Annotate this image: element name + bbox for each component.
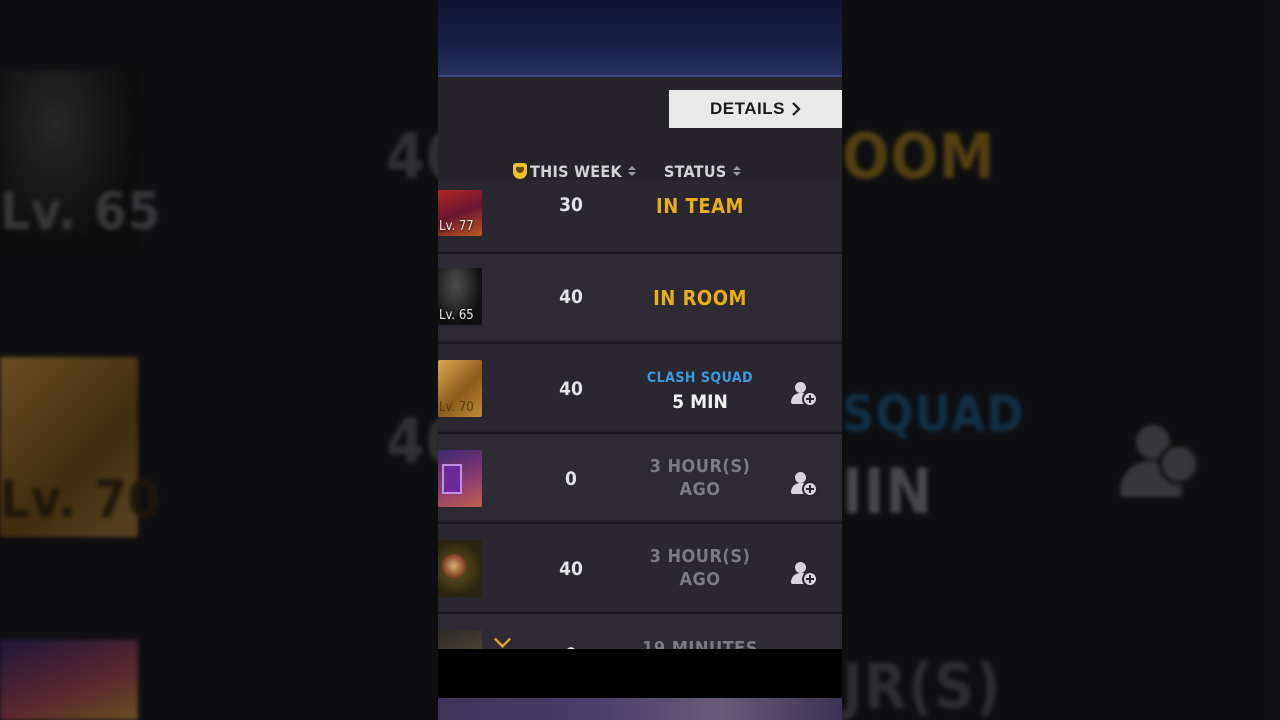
- status-label: STATUS: [664, 161, 727, 181]
- level-label: Lv. 77: [439, 219, 474, 234]
- badge-icon: [442, 464, 462, 494]
- avatar: Lv. 77: [438, 190, 482, 236]
- add-friend-icon[interactable]: [790, 562, 818, 588]
- add-friend-icon[interactable]: [790, 382, 818, 408]
- status-line-1: 3 HOUR(S): [649, 546, 751, 567]
- this-week-value: 40: [559, 378, 583, 400]
- friends-list-screen: DETAILS THIS WEEK STATUS Lv. 77 30 IN TE…: [438, 0, 842, 720]
- this-week-value: 0: [565, 468, 577, 490]
- chevron-right-icon: [792, 102, 801, 116]
- status-text: IN TEAM: [656, 194, 744, 218]
- bottom-black-bar: [438, 649, 842, 698]
- level-label: Lv. 65: [439, 308, 474, 323]
- avatar: Lv. 70: [438, 360, 482, 417]
- background-right-blur: OOM SQUAD IIN JR(S): [842, 0, 1280, 720]
- avatar: [438, 450, 482, 507]
- emblem-icon: [442, 554, 466, 578]
- background-left-blur: Lv. 65 40 Lv. 70 40: [0, 0, 438, 720]
- bottom-background: [438, 698, 842, 720]
- friend-row[interactable]: Lv. 77 30 IN TEAM: [438, 180, 842, 250]
- avatar: [438, 630, 482, 651]
- details-label: DETAILS: [710, 99, 785, 118]
- this-week-value: 40: [559, 286, 583, 308]
- avatar: [438, 540, 482, 597]
- sort-icon: [628, 166, 637, 176]
- level-label: Lv. 70: [439, 400, 474, 415]
- this-week-value: 40: [559, 558, 583, 580]
- status-text: IN ROOM: [653, 286, 747, 310]
- friend-row[interactable]: 0 3 HOUR(S) AGO: [438, 432, 842, 520]
- this-week-label: THIS WEEK: [530, 161, 623, 181]
- status-line-2: AGO: [679, 479, 721, 500]
- friend-row[interactable]: 0 19 MINUTES: [438, 612, 842, 651]
- column-header-this-week[interactable]: THIS WEEK: [513, 160, 637, 182]
- friend-row[interactable]: Lv. 70 40 CLASH SQUAD 5 MIN: [438, 342, 842, 430]
- this-week-value: 30: [559, 194, 583, 216]
- dim-overlay-left: [0, 0, 438, 720]
- status-line-1: 3 HOUR(S): [649, 456, 751, 477]
- dim-overlay-right: [842, 0, 1280, 720]
- friend-row[interactable]: 40 3 HOUR(S) AGO: [438, 522, 842, 610]
- add-friend-icon[interactable]: [790, 472, 818, 498]
- status-line-2: AGO: [679, 569, 721, 590]
- top-banner: [438, 0, 842, 77]
- avatar: Lv. 65: [438, 268, 482, 325]
- sort-icon: [732, 166, 741, 176]
- status-time: 5 MIN: [672, 391, 728, 413]
- status-mode: CLASH SQUAD: [646, 370, 754, 386]
- details-button[interactable]: DETAILS: [669, 90, 842, 128]
- friend-row[interactable]: Lv. 65 40 IN ROOM: [438, 252, 842, 340]
- shield-icon: [513, 163, 527, 179]
- column-header-status[interactable]: STATUS: [664, 160, 741, 182]
